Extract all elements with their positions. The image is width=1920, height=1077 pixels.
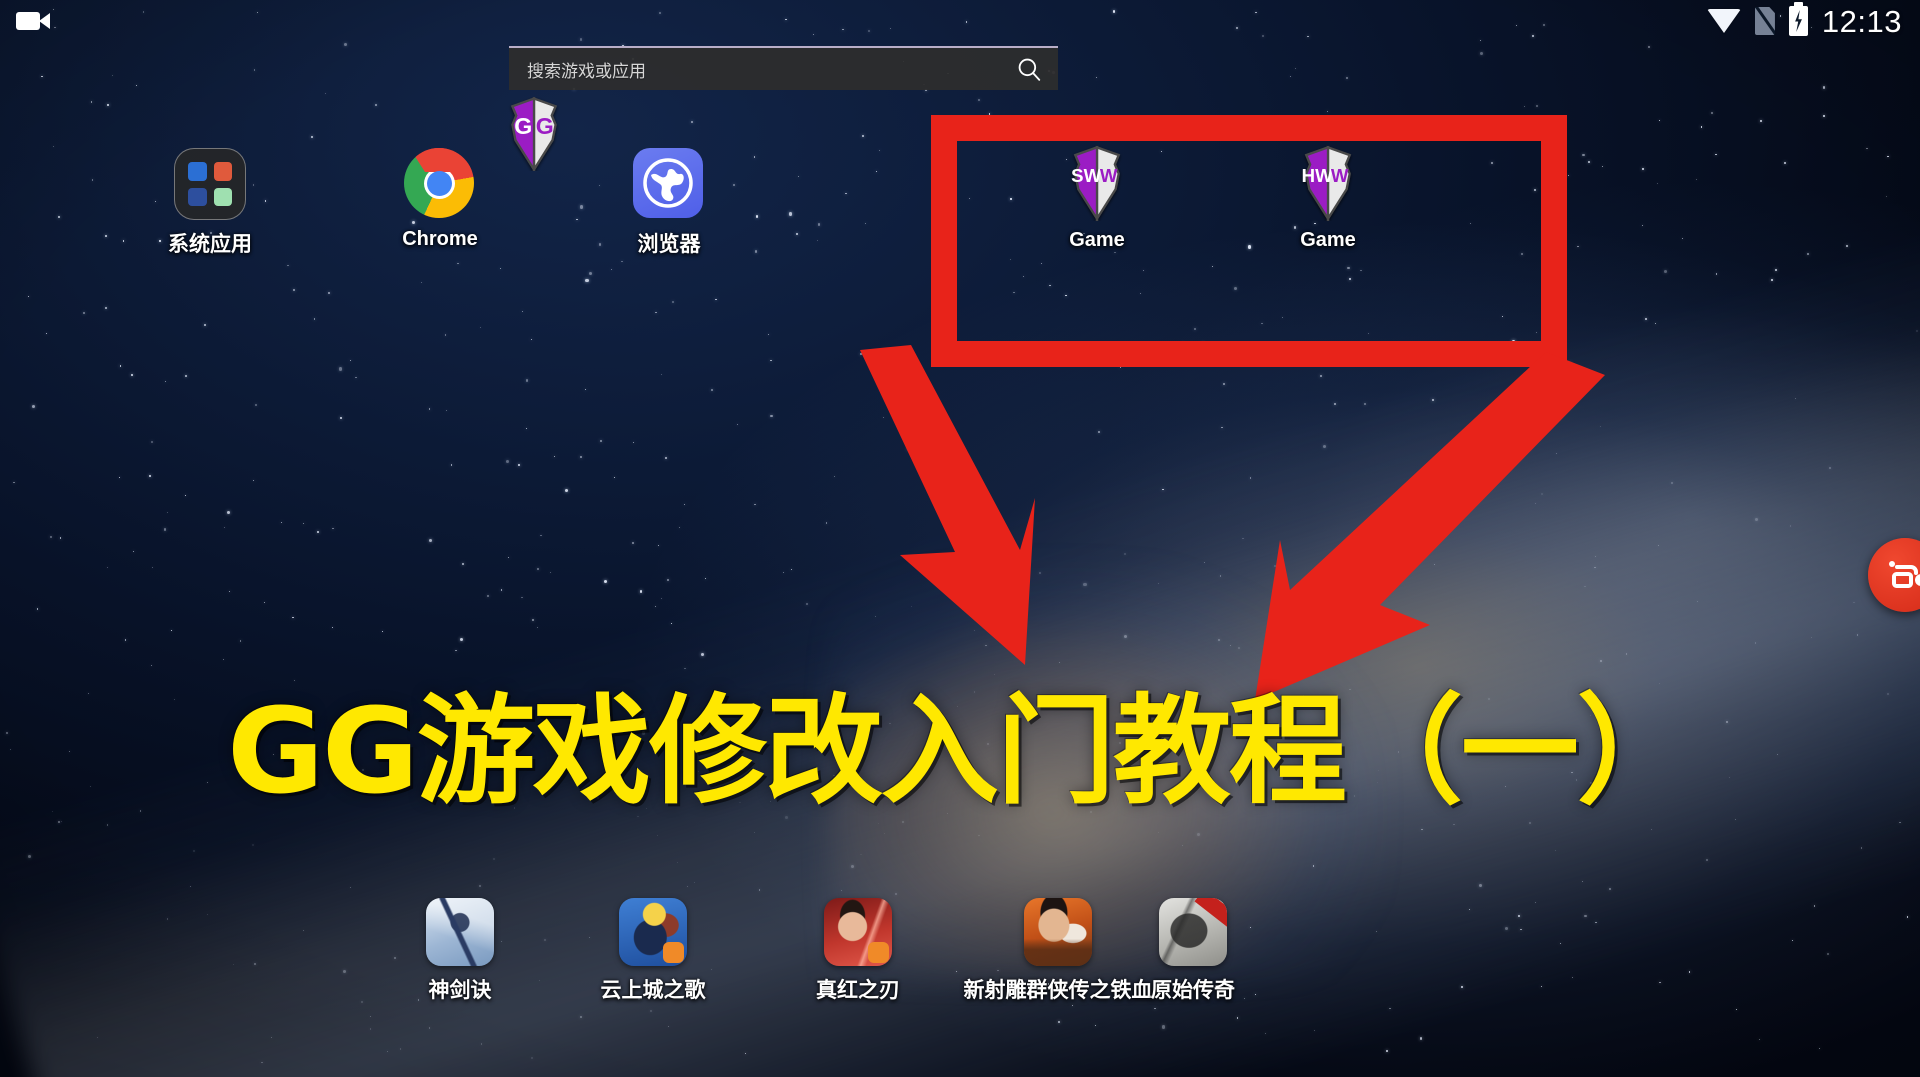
- app-system-apps-folder[interactable]: 系统应用: [135, 148, 285, 258]
- app-game-zhenhongzhiren[interactable]: 真红之刃: [783, 898, 933, 1004]
- app-label: Game: [1300, 229, 1356, 251]
- gg-shield-badge-left: SW: [1071, 165, 1101, 186]
- status-bar-right-group: 12:13: [1706, 2, 1902, 39]
- app-game-shenjianjue[interactable]: 神剑诀: [385, 898, 535, 1004]
- gg-shield-icon[interactable]: HW W: [1297, 145, 1359, 221]
- gg-shield-badge-left: HW: [1302, 165, 1333, 186]
- app-label: 浏览器: [637, 233, 701, 256]
- no-sim-icon: [1754, 7, 1775, 35]
- android-launcher-home-screen: 12:13 搜索游戏或应用 G G 系统应用 Chrome 浏览器 SW W G…: [0, 0, 1920, 1077]
- video-camera-icon: [16, 10, 50, 32]
- app-label: 云上城之歌: [600, 979, 706, 1002]
- search-icon[interactable]: [1016, 56, 1042, 82]
- app-game-hw[interactable]: HW W Game: [1253, 145, 1403, 252]
- wifi-icon: [1706, 9, 1741, 33]
- app-browser[interactable]: 浏览器: [594, 148, 744, 258]
- status-bar: 12:13: [0, 0, 1920, 42]
- svg-text:W: W: [1331, 165, 1349, 186]
- gg-app-logo[interactable]: G G: [497, 97, 571, 171]
- search-bar[interactable]: 搜索游戏或应用: [509, 46, 1058, 90]
- svg-text:W: W: [1100, 165, 1118, 186]
- svg-text:G: G: [536, 113, 554, 139]
- folder-icon[interactable]: [174, 148, 246, 220]
- app-label: 系统应用: [168, 233, 252, 256]
- svg-text:G: G: [514, 113, 532, 139]
- search-input-placeholder[interactable]: 搜索游戏或应用: [527, 57, 1016, 82]
- recorder-icon[interactable]: [1883, 558, 1920, 592]
- tutorial-title-overlay: GG游戏修改入门教程（一）: [227, 682, 1695, 820]
- battery-charging-icon: [1788, 2, 1808, 36]
- game-tile-icon[interactable]: [824, 898, 892, 966]
- app-label: 神剑诀: [428, 979, 492, 1002]
- status-bar-clock: 12:13: [1821, 3, 1902, 39]
- app-game-yunshangchengzhige[interactable]: 云上城之歌: [578, 898, 728, 1004]
- globe-icon[interactable]: [633, 148, 705, 220]
- chrome-icon[interactable]: [404, 148, 476, 220]
- app-game-sw[interactable]: SW W Game: [1022, 145, 1172, 252]
- game-tile-icon[interactable]: [619, 898, 687, 966]
- game-tile-icon[interactable]: [1024, 898, 1092, 966]
- app-label: Chrome: [402, 228, 478, 250]
- app-label: Game: [1069, 229, 1125, 251]
- gg-shield-icon[interactable]: SW W: [1066, 145, 1128, 221]
- app-label: 真红之刃: [816, 979, 900, 1002]
- game-tile-icon[interactable]: [426, 898, 494, 966]
- app-chrome[interactable]: Chrome: [365, 148, 515, 251]
- app-game-yuanshichuanqi[interactable]: 原始传奇: [1118, 898, 1268, 1004]
- app-label: 原始传奇: [1151, 979, 1235, 1002]
- game-tile-icon[interactable]: [1159, 898, 1227, 966]
